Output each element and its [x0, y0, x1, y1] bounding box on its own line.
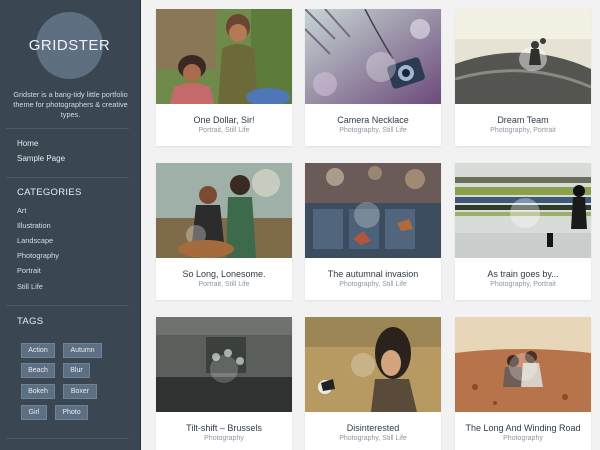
post-categories[interactable]: Photography, Still Life [305, 127, 441, 134]
post-title[interactable]: One Dollar, Sir! [156, 115, 292, 125]
post-categories[interactable]: Portrait, Still Life [156, 127, 292, 134]
post-categories[interactable]: Photography, Still Life [305, 281, 441, 288]
tag-beach[interactable]: Beach [21, 363, 55, 378]
category-photography[interactable]: Photography [17, 251, 59, 260]
post-title[interactable]: Disinterested [305, 423, 441, 433]
post-categories[interactable]: Photography [156, 435, 292, 442]
post-title[interactable]: The autumnal invasion [305, 269, 441, 279]
post-categories[interactable]: Photography, Portrait [455, 127, 591, 134]
post-categories[interactable]: Photography, Still Life [305, 435, 441, 442]
post-title[interactable]: The Long And Winding Road [455, 423, 591, 433]
post-card[interactable]: So Long, Lonesome. Portrait, Still Life [156, 163, 292, 300]
post-card[interactable]: The autumnal invasion Photography, Still… [305, 163, 441, 300]
post-thumbnail[interactable] [156, 317, 292, 412]
sidebar: GRIDSTER Gridster is a bang-tidy little … [0, 0, 141, 450]
tag-autumn[interactable]: Autumn [63, 343, 102, 358]
post-card[interactable]: One Dollar, Sir! Portrait, Still Life [156, 9, 292, 146]
divider [6, 128, 129, 129]
post-title[interactable]: Tilt-shift – Brussels [156, 423, 292, 433]
post-categories[interactable]: Photography, Portrait [455, 281, 591, 288]
logo-text[interactable]: GRIDSTER [29, 37, 111, 54]
post-card[interactable]: Tilt-shift – Brussels Photography [156, 317, 292, 450]
post-card[interactable]: Dream Team Photography, Portrait [455, 9, 591, 146]
category-illustration[interactable]: Illustration [17, 221, 51, 230]
post-title[interactable]: Dream Team [455, 115, 591, 125]
post-thumbnail[interactable] [305, 9, 441, 104]
category-portrait[interactable]: Portrait [17, 266, 41, 275]
category-art[interactable]: Art [17, 206, 26, 215]
tag-blur[interactable]: Blur [63, 363, 90, 378]
post-thumbnail[interactable] [156, 9, 292, 104]
divider [6, 438, 129, 439]
tags-heading: TAGS [17, 316, 44, 327]
post-title[interactable]: As train goes by... [455, 269, 591, 279]
post-categories[interactable]: Portrait, Still Life [156, 281, 292, 288]
post-thumbnail[interactable] [305, 163, 441, 258]
tag-bokeh[interactable]: Bokeh [21, 384, 55, 399]
categories-heading: CATEGORIES [17, 187, 82, 198]
post-title[interactable]: Camera Necklace [305, 115, 441, 125]
divider [6, 177, 129, 178]
site-logo[interactable]: GRIDSTER [29, 12, 110, 79]
menu-item-sample-page[interactable]: Sample Page [17, 154, 65, 163]
tag-boxer[interactable]: Boxer [63, 384, 97, 399]
tag-photo[interactable]: Photo [55, 405, 88, 420]
post-card[interactable]: As train goes by... Photography, Portrai… [455, 163, 591, 300]
post-thumbnail[interactable] [455, 163, 591, 258]
post-thumbnail[interactable] [156, 163, 292, 258]
post-card[interactable]: Disinterested Photography, Still Life [305, 317, 441, 450]
post-card[interactable]: The Long And Winding Road Photography [455, 317, 591, 450]
post-thumbnail[interactable] [305, 317, 441, 412]
tag-action[interactable]: Action [21, 343, 55, 358]
site-tagline: Gridster is a bang-tidy little portfolio… [13, 90, 128, 119]
post-card[interactable]: Camera Necklace Photography, Still Life [305, 9, 441, 146]
category-still-life[interactable]: Still Life [17, 282, 43, 291]
post-thumbnail[interactable] [455, 317, 591, 412]
post-categories[interactable]: Photography [455, 435, 591, 442]
category-landscape[interactable]: Landscape [17, 236, 53, 245]
post-thumbnail[interactable] [455, 9, 591, 104]
tag-girl[interactable]: Girl [21, 405, 47, 420]
post-title[interactable]: So Long, Lonesome. [156, 269, 292, 279]
divider [6, 305, 129, 306]
menu-item-home[interactable]: Home [17, 139, 38, 148]
